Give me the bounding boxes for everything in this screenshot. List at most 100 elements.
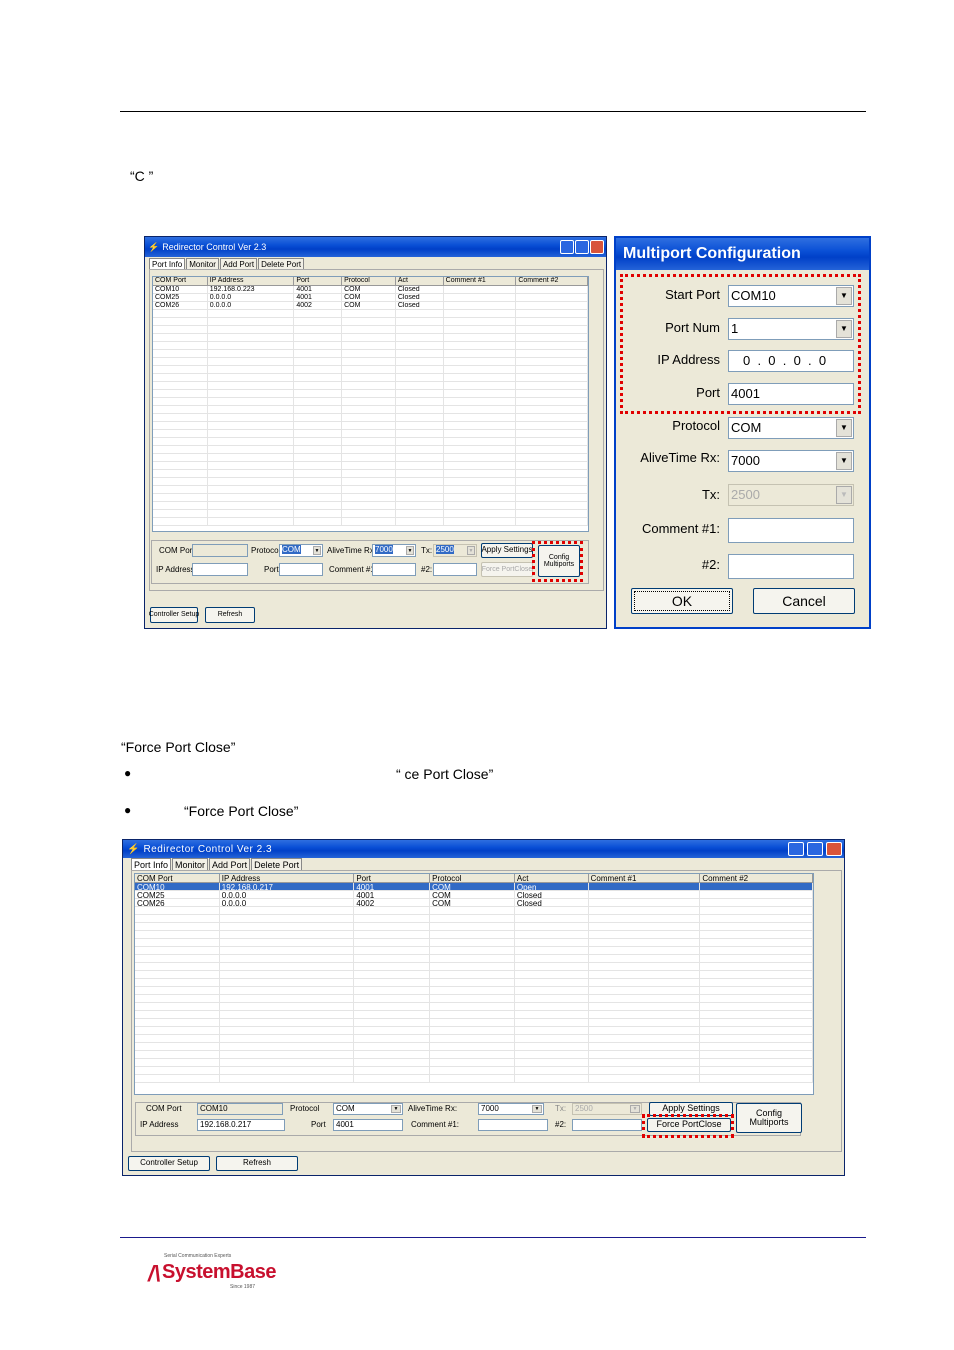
table-cell [153,374,208,381]
column-header[interactable]: COM Port [135,874,220,882]
column-header[interactable]: Comment #2 [516,277,588,285]
ip-address-field[interactable]: 192.168.0.217 [197,1119,285,1131]
table-cell [220,939,355,946]
table-cell [208,470,295,477]
column-header[interactable]: IP Address [220,874,355,882]
com-port-label: COM Port [159,546,195,555]
column-header[interactable]: Protocol [342,277,396,285]
column-header[interactable]: Protocol [430,874,515,882]
comment2-field[interactable] [572,1119,642,1131]
table-row[interactable]: COM25 0.0.0.0 4001 COM Closed [153,294,588,302]
config-multiports-button[interactable]: Config Multiports [538,545,580,577]
dialog-titlebar[interactable]: Multiport Configuration [616,238,869,270]
column-header[interactable]: COM Port [153,277,208,285]
table-row[interactable]: COM26 0.0.0.0 4002 COM Closed [135,899,813,907]
close-icon[interactable] [826,842,842,856]
maximize-icon[interactable] [807,842,823,856]
chevron-down-icon[interactable]: ▼ [406,546,414,555]
table-cell [342,382,396,389]
tx-select[interactable]: 2500 ▼ [433,544,477,557]
table-cell [208,406,295,413]
table-cell [516,286,588,293]
table-cell [153,382,208,389]
table-cell: COM [430,899,515,906]
dialog-tx-select[interactable]: 2500 ▼ [728,484,854,506]
close-icon[interactable] [590,240,604,254]
table-cell [220,1011,355,1018]
controller-setup-button[interactable]: Controller Setup [149,607,199,623]
alivetime-select[interactable]: 7000 ▼ [372,544,416,557]
force-port-close-button[interactable]: Force PortClose [481,562,533,577]
window-1-port-list[interactable]: COM Port IP Address Port Protocol Act Comment… [152,276,589,532]
table-cell [208,390,295,397]
column-header[interactable]: Comment #2 [700,874,813,882]
apply-settings-button[interactable]: Apply Settings [481,543,533,558]
column-header[interactable]: Port [354,874,431,882]
dialog-alivetime-select[interactable]: 7000 ▼ [728,450,854,472]
chevron-down-icon[interactable]: ▼ [836,287,852,305]
chevron-down-icon[interactable]: ▼ [467,546,475,555]
table-row[interactable]: COM10 192.168.0.223 4001 COM Closed [153,286,588,294]
dialog-comment1-field[interactable] [728,518,854,543]
apply-settings-button[interactable]: Apply Settings [649,1102,733,1116]
ok-button[interactable]: OK [631,588,733,614]
table-cell [515,947,589,954]
table-cell [354,947,431,954]
chevron-down-icon[interactable]: ▼ [532,1105,542,1113]
chevron-down-icon[interactable]: ▼ [313,546,321,555]
maximize-icon[interactable] [575,240,589,254]
dialog-ip-field[interactable]: 0 . 0 . 0 . 0 [728,350,854,372]
dialog-protocol-select[interactable]: COM ▼ [728,417,854,439]
window-2-titlebar[interactable]: ⚡ Redirector Control Ver 2.3 [123,840,844,858]
table-cell [700,915,813,922]
force-port-close-button[interactable]: Force PortClose [647,1118,731,1132]
protocol-select[interactable]: COM ▼ [333,1103,403,1115]
controller-setup-button[interactable]: Controller Setup [128,1156,210,1171]
table-cell: 4002 [294,302,343,309]
minimize-icon[interactable] [560,240,574,254]
dialog-comment2-field[interactable] [728,554,854,579]
table-cell [589,1011,701,1018]
refresh-button[interactable]: Refresh [216,1156,298,1171]
refresh-button[interactable]: Refresh [205,607,255,623]
comment1-field[interactable] [478,1119,548,1131]
com-port-field[interactable]: COM10 [197,1103,283,1115]
column-header[interactable]: Act [396,277,444,285]
chevron-down-icon[interactable]: ▼ [836,419,852,437]
protocol-select[interactable]: COM ▼ [279,544,323,557]
table-cell: 192.168.0.223 [208,286,295,293]
chevron-down-icon[interactable]: ▼ [630,1105,640,1113]
column-header[interactable]: Port [294,277,343,285]
window-2-port-list[interactable]: COM Port IP Address Port Protocol Act Comment… [134,873,814,1095]
port-field[interactable]: 4001 [333,1119,403,1131]
comment1-field[interactable] [372,563,416,576]
minimize-icon[interactable] [788,842,804,856]
table-row[interactable]: COM10 192.168.0.217 4001 COM Open [135,883,813,891]
bullet-2-text: “Force Port Close” [184,803,299,819]
dialog-tx-value: 2500 [731,487,760,502]
com-port-field[interactable] [192,544,248,557]
table-cell [430,979,515,986]
port-field[interactable] [279,563,323,576]
tx-select[interactable]: 2500 ▼ [572,1103,642,1115]
chevron-down-icon[interactable]: ▼ [391,1105,401,1113]
port-num-select[interactable]: 1 ▼ [728,318,854,340]
table-row[interactable]: COM25 0.0.0.0 4001 COM Closed [135,891,813,899]
cancel-button[interactable]: Cancel [753,588,855,614]
start-port-select[interactable]: COM10 ▼ [728,285,854,307]
table-row[interactable]: COM26 0.0.0.0 4002 COM Closed [153,302,588,310]
config-multiports-button[interactable]: Config Multiports [736,1103,802,1133]
alivetime-select[interactable]: 7000 ▼ [478,1103,544,1115]
chevron-down-icon[interactable]: ▼ [836,320,852,338]
window-1-titlebar[interactable]: ⚡ Redirector Control Ver 2.3 [145,237,606,257]
column-header[interactable]: IP Address [208,277,295,285]
ip-address-field[interactable] [192,563,248,576]
column-header[interactable]: Comment #1 [589,874,701,882]
chevron-down-icon[interactable]: ▼ [836,452,852,470]
column-header[interactable]: Comment #1 [444,277,517,285]
chevron-down-icon[interactable]: ▼ [836,486,852,504]
comment2-field[interactable] [433,563,477,576]
table-cell: Closed [515,891,589,898]
dialog-port-field[interactable]: 4001 [728,383,854,405]
column-header[interactable]: Act [515,874,589,882]
